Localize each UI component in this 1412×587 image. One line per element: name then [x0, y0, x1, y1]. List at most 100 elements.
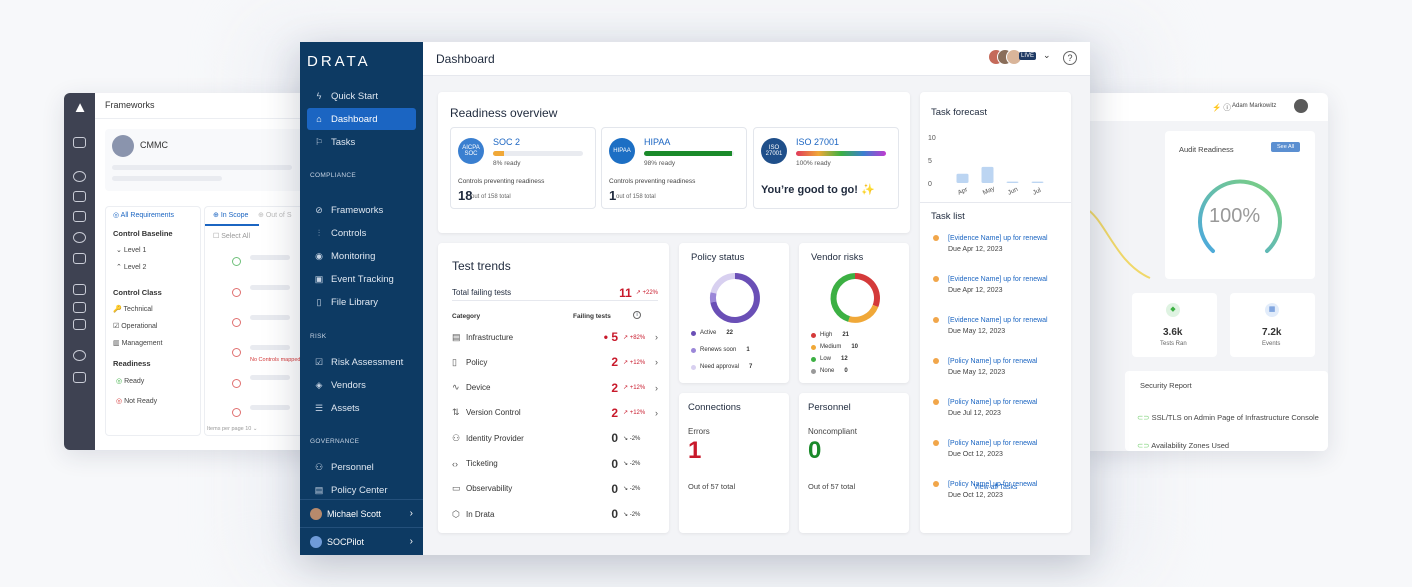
clock-icon[interactable]: [73, 232, 86, 243]
sidebar-item-dashboard[interactable]: ⌂ Dashboard: [307, 108, 416, 130]
chevron-right-icon: ›: [409, 536, 413, 547]
task-list-item[interactable]: [Policy Name] up for renewal Due May 12, …: [931, 357, 1061, 376]
readiness-percent: 98% ready: [644, 160, 676, 167]
test-category-row[interactable]: ∿ Device 2 ↗ +12% ›: [452, 376, 658, 400]
task-list-item[interactable]: [Policy Name] up for renewal Due Jul 12, …: [931, 398, 1061, 417]
document-icon[interactable]: [73, 372, 86, 383]
sidebar-item-risk-assessment[interactable]: ☑ Risk Assessment: [307, 351, 416, 373]
task-title[interactable]: [Evidence Name] up for renewal: [931, 275, 1061, 284]
sidebar-item-quick-start[interactable]: ϟ Quick Start: [307, 85, 416, 107]
tab-out-of-scope[interactable]: ⊕ Out of S: [258, 211, 292, 219]
failing-count: 0: [611, 481, 618, 496]
checklist-icon[interactable]: [73, 284, 86, 295]
file-icon: ▯: [316, 296, 322, 307]
task-due-date: Due May 12, 2023: [948, 328, 1006, 335]
test-category-row[interactable]: ▤ Infrastructure • 5 ↗ +82% ›: [452, 325, 658, 349]
select-all-checkbox[interactable]: ☐ Select All: [213, 232, 250, 240]
personnel-card[interactable]: Personnel Noncompliant 0 Out of 57 total: [799, 393, 909, 533]
operational-option[interactable]: ☑ Operational: [113, 322, 157, 330]
framework-hipaa[interactable]: HIPAA HIPAA 98% ready Controls preventin…: [601, 127, 747, 209]
sidebar-item-vendors[interactable]: ◈ Vendors: [307, 374, 416, 396]
view-all-tasks-link[interactable]: View all Tasks: [920, 484, 1071, 491]
readiness-overview-title: Readiness overview: [450, 106, 558, 120]
sidebar-item-policy-center[interactable]: ▤ Policy Center: [307, 479, 416, 501]
task-title[interactable]: [Policy Name] up for renewal: [931, 439, 1061, 448]
stack-icon[interactable]: [73, 302, 86, 313]
test-category-row[interactable]: ▭ Observability 0 ↘ -2%: [452, 477, 658, 501]
level2-option[interactable]: ⌃ Level 2: [116, 263, 146, 271]
avatar[interactable]: [1294, 99, 1308, 113]
task-list-item[interactable]: [Evidence Name] up for renewal Due Apr 12…: [931, 234, 1061, 253]
sidebar-item-assets[interactable]: ☰ Assets: [307, 397, 416, 419]
sidebar-item-file-library[interactable]: ▯ File Library: [307, 291, 416, 313]
test-trends-card: Test trends Total failing tests 11 ↗ +22…: [438, 243, 669, 533]
sidebar-item-personnel[interactable]: ⚇ Personnel: [307, 456, 416, 478]
sidebar-item-event-tracking[interactable]: ▣ Event Tracking: [307, 268, 416, 290]
avatar: [310, 507, 322, 520]
management-option[interactable]: ▥ Management: [113, 339, 162, 347]
framework-soc2[interactable]: AICPA SOC SOC 2 8% ready Controls preven…: [450, 127, 596, 209]
socpilot-menu[interactable]: SOCPilot ›: [300, 527, 423, 555]
test-category-row[interactable]: ⬡ In Drata 0 ↘ -2%: [452, 502, 658, 526]
forecast-bar[interactable]: [1006, 181, 1019, 183]
flash-help-icons[interactable]: ⚡ ⓘ: [1212, 102, 1231, 113]
security-report-item[interactable]: ⊂⊃ Availability Zones Used: [1137, 441, 1229, 450]
task-title[interactable]: [Policy Name] up for renewal: [931, 357, 1061, 366]
all-requirements-filter[interactable]: ◎ All Requirements: [113, 211, 174, 219]
events-label: Events: [1262, 341, 1281, 347]
task-list-item[interactable]: [Evidence Name] up for renewal Due May 12…: [931, 316, 1061, 335]
tab-in-scope[interactable]: ⊕ In Scope: [213, 211, 248, 219]
task-title[interactable]: [Evidence Name] up for renewal: [931, 316, 1061, 325]
trend-delta: ↗ +12%: [623, 385, 646, 392]
task-list-item[interactable]: [Policy Name] up for renewal Due Oct 12, …: [931, 439, 1061, 458]
page-title: Dashboard: [436, 52, 495, 66]
y-tick-label: 0: [928, 181, 932, 188]
warning-icon[interactable]: [73, 191, 86, 202]
items-per-page[interactable]: Items per page 10 ⌄: [207, 426, 257, 432]
forecast-bar[interactable]: [981, 166, 994, 183]
sidebar-item-tasks[interactable]: ⚐ Tasks: [307, 131, 416, 153]
forecast-bar[interactable]: [1031, 181, 1044, 183]
not-ready-option[interactable]: ◎ Not Ready: [116, 397, 157, 405]
compass-icon[interactable]: [73, 171, 86, 182]
test-category-row[interactable]: ‹› Ticketing 0 ↘ -2%: [452, 452, 658, 476]
drata-logo[interactable]: DRATA: [307, 53, 371, 70]
technical-option[interactable]: 🔑 Technical: [113, 305, 153, 313]
user-menu[interactable]: Michael Scott ›: [300, 499, 423, 527]
policy-status-card: Policy status Active 22 Renews soon 1 Need…: [679, 243, 789, 383]
framework-iso27001[interactable]: ISO 27001 ISO 27001 100% ready You’re go…: [753, 127, 899, 209]
forecast-bar[interactable]: [956, 173, 969, 183]
live-badge[interactable]: LIVE: [1019, 52, 1037, 60]
list-icon[interactable]: [73, 319, 86, 330]
chevron-down-icon[interactable]: ⌄: [1043, 50, 1051, 61]
not-ready-status-icon: [232, 288, 241, 297]
clipboard-icon[interactable]: [73, 253, 86, 264]
connections-card[interactable]: Connections Errors 1 Out of 57 total: [679, 393, 789, 533]
task-title[interactable]: [Evidence Name] up for renewal: [931, 234, 1061, 243]
ready-option[interactable]: ◎ Ready: [116, 377, 144, 385]
sidebar-item-controls[interactable]: ⫶ Controls: [307, 222, 416, 244]
category-icon: ⬡: [452, 508, 460, 519]
dashboard-window: DRATA ϟ Quick Start ⌂ Dashboard ⚐ Tasks COM…: [300, 42, 1090, 555]
sidebar-item-frameworks[interactable]: ⊘ Frameworks: [307, 199, 416, 221]
list-icon: ☰: [314, 402, 324, 413]
info-icon[interactable]: i: [633, 311, 641, 319]
test-category-row[interactable]: ▯ Policy 2 ↗ +12% ›: [452, 350, 658, 374]
task-list-item[interactable]: [Evidence Name] up for renewal Due Apr 12…: [931, 275, 1061, 294]
failing-count: 0: [611, 431, 618, 446]
vendor-risks-card: Vendor risks High 21 Medium 10 Low 12 None 0: [799, 243, 909, 383]
test-category-row[interactable]: ⚇ Identity Provider 0 ↘ -2%: [452, 426, 658, 450]
task-title[interactable]: [Policy Name] up for renewal: [931, 398, 1061, 407]
audit-readiness-card: Audit Readiness See All 100%: [1165, 131, 1315, 279]
help-icon[interactable]: ?: [1063, 51, 1077, 65]
security-report-item[interactable]: ⊂⊃ SSL/TLS on Admin Page of Infrastructu…: [1137, 413, 1319, 422]
level1-option[interactable]: ⌄ Level 1: [116, 246, 146, 254]
calendar-icon[interactable]: [73, 211, 86, 222]
people-icon[interactable]: [73, 350, 86, 361]
see-all-button[interactable]: See All: [1271, 142, 1301, 152]
sidebar: DRATA ϟ Quick Start ⌂ Dashboard ⚐ Tasks COM…: [300, 42, 423, 555]
divider: [920, 202, 1071, 203]
test-category-row[interactable]: ⇅ Version Control 2 ↗ +12% ›: [452, 401, 658, 425]
sidebar-item-monitoring[interactable]: ◉ Monitoring: [307, 245, 416, 267]
home-icon[interactable]: [73, 137, 86, 148]
